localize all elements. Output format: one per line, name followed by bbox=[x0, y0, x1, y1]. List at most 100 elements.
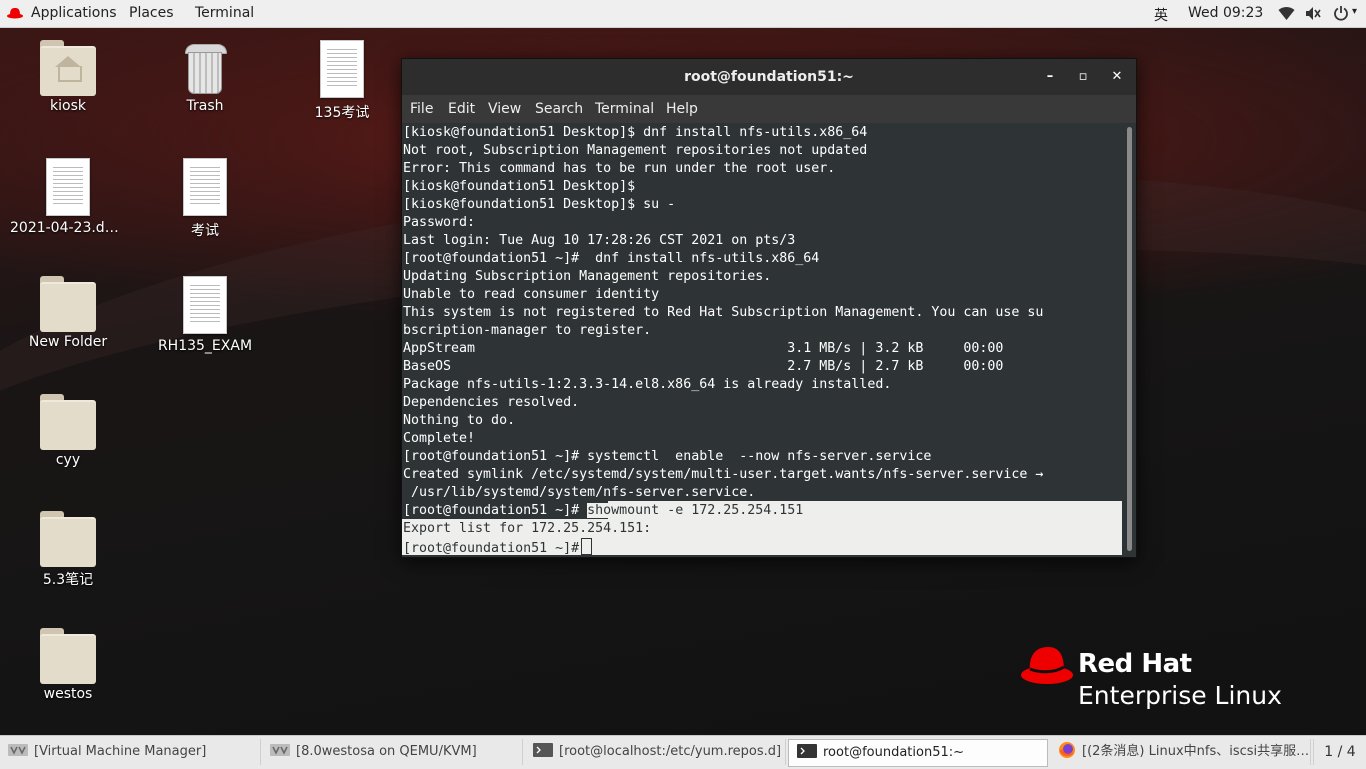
desktop-icon-label: RH135_EXAM bbox=[157, 338, 253, 354]
wifi-icon[interactable] bbox=[1278, 6, 1295, 21]
volume-icon[interactable] bbox=[1305, 6, 1322, 21]
menu-view[interactable]: View bbox=[488, 101, 521, 117]
desktop-icon-exam[interactable]: 考试 bbox=[145, 158, 265, 240]
scrollbar-thumb[interactable] bbox=[1127, 127, 1132, 551]
menu-edit[interactable]: Edit bbox=[448, 101, 475, 117]
terminal-line: Export list for 172.25.254.151: bbox=[403, 521, 652, 536]
terminal-line: This system is not registered to Red Hat… bbox=[403, 305, 1044, 320]
prompt: [root@foundation51 ~]# bbox=[403, 503, 580, 518]
power-icon[interactable] bbox=[1333, 5, 1349, 21]
terminal-app-menu[interactable]: Terminal bbox=[195, 5, 254, 21]
terminal-line: [root@foundation51 ~]# systemctl enable … bbox=[403, 449, 932, 464]
terminal-line: Updating Subscription Management reposit… bbox=[403, 269, 772, 284]
terminal-line: [root@foundation51 ~]# showmount -e 172.… bbox=[403, 502, 804, 520]
top-panel: Applications Places Terminal 英 Wed 09:23… bbox=[0, 0, 1366, 28]
terminal-window[interactable]: root@foundation51:~ – ▫ ✕ File Edit View… bbox=[401, 58, 1137, 558]
menu-terminal[interactable]: Terminal bbox=[595, 101, 654, 117]
desktop-icon-cyy[interactable]: cyy bbox=[8, 394, 128, 468]
desktop-icon-westos[interactable]: westos bbox=[8, 628, 128, 702]
desktop-icon-new-folder[interactable]: New Folder bbox=[8, 276, 128, 350]
desktop-icon-label: 5.3笔记 bbox=[42, 572, 94, 588]
terminal-line: Unable to read consumer identity bbox=[403, 287, 660, 302]
terminal-line: BaseOS 2.7 MB/s | 2.7 kB 00:00 bbox=[403, 359, 1004, 374]
desktop-icon-label: kiosk bbox=[50, 98, 86, 114]
task-virtual-machine-manager[interactable]: [Virtual Machine Manager] bbox=[0, 739, 261, 765]
brand-line2: Enterprise Linux bbox=[1078, 681, 1282, 710]
document-icon bbox=[320, 40, 364, 98]
chevron-down-icon[interactable]: ▾ bbox=[1352, 6, 1357, 17]
terminal-output[interactable]: [kiosk@foundation51 Desktop]$ dnf instal… bbox=[402, 123, 1124, 557]
maximize-button[interactable]: ▫ bbox=[1075, 69, 1091, 85]
terminal-icon bbox=[533, 743, 553, 757]
terminal-scrollbar[interactable] bbox=[1124, 123, 1136, 557]
desktop-icon-label: 135考试 bbox=[314, 105, 370, 121]
terminal-line: [root@foundation51 ~]# bbox=[403, 538, 593, 556]
terminal-icon bbox=[797, 744, 817, 758]
terminal-line: /usr/lib/systemd/system/nfs-server.servi… bbox=[403, 485, 756, 500]
task-label: [Virtual Machine Manager] bbox=[34, 744, 207, 759]
task-westosa-vm[interactable]: [8.0westosa on QEMU/KVM] bbox=[262, 739, 523, 765]
task-label: [8.0westosa on QEMU/KVM] bbox=[296, 744, 477, 759]
terminal-line: bscription-manager to register. bbox=[403, 323, 652, 338]
menu-help[interactable]: Help bbox=[666, 101, 698, 117]
task-terminal-foundation51[interactable]: root@foundation51:~ bbox=[788, 739, 1048, 767]
desktop-icon-label: Trash bbox=[186, 98, 224, 114]
terminal-line: [kiosk@foundation51 Desktop]$ dnf instal… bbox=[403, 125, 868, 140]
places-menu[interactable]: Places bbox=[129, 5, 174, 21]
terminal-line: Password: bbox=[403, 215, 476, 230]
terminal-line: Error: This command has to be run under … bbox=[403, 161, 836, 176]
task-label: [root@localhost:/etc/yum.repos.d] bbox=[559, 744, 782, 759]
prompt: [root@foundation51 ~]# bbox=[403, 541, 580, 556]
desktop-icon-label: New Folder bbox=[28, 334, 108, 350]
redhat-logo-icon bbox=[7, 8, 23, 19]
desktop-icon-kiosk[interactable]: kiosk bbox=[8, 40, 128, 114]
vm-manager-icon bbox=[270, 744, 290, 756]
input-method-indicator[interactable]: 英 bbox=[1154, 5, 1168, 25]
terminal-line: [kiosk@foundation51 Desktop]$ su - bbox=[403, 197, 676, 212]
menu-file[interactable]: File bbox=[410, 101, 433, 117]
document-icon bbox=[46, 158, 90, 216]
folder-icon bbox=[40, 511, 96, 567]
command-text: showmount -e 172.25.254.151 bbox=[587, 503, 804, 518]
bottom-taskbar: [Virtual Machine Manager] [8.0westosa on… bbox=[0, 735, 1366, 769]
clock[interactable]: Wed 09:23 bbox=[1188, 5, 1263, 21]
close-button[interactable]: ✕ bbox=[1109, 69, 1125, 85]
folder-icon bbox=[40, 394, 96, 450]
redhat-logo-icon bbox=[1021, 647, 1073, 684]
terminal-line: Last login: Tue Aug 10 17:28:26 CST 2021… bbox=[403, 233, 796, 248]
terminal-line: Package nfs-utils-1:2.3.3-14.el8.x86_64 … bbox=[403, 377, 892, 392]
minimize-button[interactable]: – bbox=[1042, 69, 1058, 85]
home-folder-icon bbox=[40, 40, 96, 96]
terminal-line: AppStream 3.1 MB/s | 3.2 kB 00:00 bbox=[403, 341, 1004, 356]
terminal-line: Nothing to do. bbox=[403, 413, 516, 428]
menu-search[interactable]: Search bbox=[535, 101, 583, 117]
window-title: root@foundation51:~ bbox=[684, 69, 854, 85]
task-terminal-localhost[interactable]: [root@localhost:/etc/yum.repos.d] bbox=[525, 739, 786, 765]
desktop-icon-trash[interactable]: Trash bbox=[145, 40, 265, 114]
desktop-icon-135-exam[interactable]: 135考试 bbox=[282, 40, 402, 122]
desktop-icon-label: 考试 bbox=[191, 223, 219, 239]
applications-menu[interactable]: Applications bbox=[31, 5, 117, 21]
task-label: [(2条消息) Linux中nfs、iscsi共享服… bbox=[1082, 744, 1310, 759]
desktop-icon-rh135-exam[interactable]: RH135_EXAM bbox=[145, 276, 265, 354]
window-titlebar[interactable]: root@foundation51:~ – ▫ ✕ bbox=[402, 59, 1136, 95]
brand-line1: Red Hat bbox=[1078, 649, 1192, 679]
desktop-icon-notes[interactable]: 5.3笔记 bbox=[8, 511, 128, 589]
firefox-icon bbox=[1059, 742, 1075, 758]
task-firefox[interactable]: [(2条消息) Linux中nfs、iscsi共享服… bbox=[1050, 739, 1311, 765]
text-cursor bbox=[581, 538, 593, 555]
terminal-line: Dependencies resolved. bbox=[403, 395, 580, 410]
folder-icon bbox=[40, 276, 96, 332]
terminal-line: Created symlink /etc/systemd/system/mult… bbox=[403, 467, 1044, 482]
workspace-indicator[interactable]: 1 / 4 bbox=[1313, 739, 1366, 765]
document-icon bbox=[183, 276, 227, 334]
vm-manager-icon bbox=[8, 744, 28, 756]
trash-icon bbox=[185, 40, 227, 94]
desktop-icon-desktop-file[interactable]: 2021-04-23.des… bbox=[8, 158, 128, 236]
terminal-menubar: File Edit View Search Terminal Help bbox=[402, 95, 1136, 123]
terminal-line: [kiosk@foundation51 Desktop]$ bbox=[403, 179, 636, 194]
desktop-icon-label: 2021-04-23.des… bbox=[10, 220, 128, 236]
terminal-line: Not root, Subscription Management reposi… bbox=[403, 143, 868, 158]
terminal-line: [root@foundation51 ~]# dnf install nfs-u… bbox=[403, 251, 820, 266]
folder-icon bbox=[40, 628, 96, 684]
